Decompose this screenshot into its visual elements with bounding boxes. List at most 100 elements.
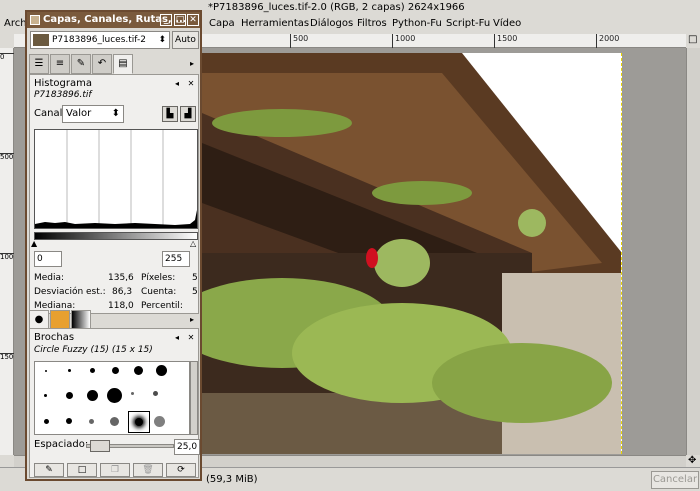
brush-selected[interactable] [128, 411, 150, 433]
menu-layer[interactable]: Capa [209, 18, 235, 29]
refresh-brushes-button[interactable]: ⟳ [166, 463, 196, 477]
menu-python-fu[interactable]: Python-Fu [392, 18, 442, 29]
brush-info: Circle Fuzzy (15) (15 x 15) [34, 345, 153, 355]
navigate-icon[interactable]: ✥ [688, 455, 696, 466]
range-min-input[interactable]: 0 [34, 251, 62, 267]
panel-menu-icon[interactable]: ◂ [172, 333, 182, 343]
menu-tools[interactable]: Herramientas [241, 18, 309, 29]
brushes-panel: Brochas ◂ ✕ Circle Fuzzy (15) (15 x 15) [29, 328, 200, 478]
new-brush-button[interactable]: □ [67, 463, 97, 477]
brush-swatch[interactable] [134, 366, 143, 375]
histogram-image-name: P7183896.tif [34, 90, 92, 100]
stat-label: Píxeles: [141, 273, 176, 283]
image-selector[interactable]: P7183896_luces.tif-2 ⬍ [30, 31, 170, 49]
brush-swatch[interactable] [66, 392, 73, 399]
brush-grid[interactable] [34, 361, 190, 435]
edit-brush-button[interactable]: ✎ [34, 463, 64, 477]
ruler-label: 1500 [494, 34, 517, 48]
canal-label: Canal: [34, 108, 66, 119]
dock-window: Capas, Canales, Rutas, ... _ □ ✕ P718389… [25, 10, 202, 481]
stat-value: 5 [192, 273, 198, 283]
cancel-button[interactable]: Cancelar [651, 471, 699, 489]
brush-swatch[interactable] [66, 418, 72, 424]
ruler-label: 500 [0, 153, 14, 161]
paths-tab[interactable]: ✎ [71, 54, 91, 74]
stat-value: 86,3 [112, 287, 133, 297]
gradients-tab[interactable] [71, 310, 91, 330]
selector-arrow-icon: ⬍ [158, 35, 166, 45]
tab-menu-icon[interactable]: ▸ [187, 315, 197, 325]
dropdown-arrow-icon: ⬍ [111, 108, 120, 119]
spacing-input[interactable]: 25,0 [174, 439, 200, 455]
minimize-button[interactable]: _ [160, 14, 172, 26]
menu-filters[interactable]: Filtros [357, 18, 387, 29]
brush-swatch[interactable] [89, 419, 94, 424]
ruler-label: 1000 [0, 253, 18, 261]
stat-label: Media: [34, 273, 65, 283]
stat-label: Desviación est.: [34, 287, 106, 297]
auto-button[interactable]: Auto [172, 31, 199, 49]
photo-balconies [202, 53, 622, 454]
image-thumbnail [33, 34, 49, 46]
tab-menu-icon[interactable]: ▸ [187, 59, 197, 69]
ruler-label: 2000 [596, 34, 619, 48]
channel-dropdown[interactable]: Valor ⬍ [62, 105, 124, 123]
ruler-label: 1500 [0, 353, 18, 361]
brush-swatch[interactable] [131, 392, 134, 395]
window-menu-icon[interactable] [30, 15, 40, 25]
brush-swatch[interactable] [87, 390, 98, 401]
brush-swatch[interactable] [45, 370, 47, 372]
menu-video[interactable]: Vídeo [493, 18, 521, 29]
layers-tab[interactable]: ☰ [29, 54, 49, 74]
zoom-toggle-icon[interactable]: □ [688, 34, 697, 45]
dock-titlebar[interactable]: Capas, Canales, Rutas, ... _ □ ✕ [27, 12, 200, 28]
dock-tabs-bottom: ● ▸ [29, 310, 199, 330]
brushes-scrollbar[interactable] [190, 361, 198, 435]
brush-swatch[interactable] [153, 391, 158, 396]
channel-value: Valor [66, 108, 92, 119]
panel-close-icon[interactable]: ✕ [186, 79, 196, 89]
brush-swatch[interactable] [154, 416, 165, 427]
brush-swatch[interactable] [112, 367, 119, 374]
brush-swatch[interactable] [156, 365, 167, 376]
brush-swatch[interactable] [44, 419, 49, 424]
delete-brush-button[interactable]: 🗑 [133, 463, 163, 477]
close-button[interactable]: ✕ [187, 14, 199, 26]
brush-swatch[interactable] [107, 388, 122, 403]
vertical-ruler[interactable]: 0 500 1000 1500 [0, 48, 18, 455]
histogram-panel: Histograma ◂ ✕ P7183896.tif Canal: Valor… [29, 74, 199, 314]
vertical-scrollbar[interactable]: □ [686, 34, 700, 455]
menu-dialogs[interactable]: Diálogos [310, 18, 353, 29]
panel-close-icon[interactable]: ✕ [186, 333, 196, 343]
brush-swatch[interactable] [68, 369, 71, 372]
value-gradient [34, 232, 198, 240]
menu-file-cut[interactable]: Arch [4, 18, 27, 29]
brush-swatch[interactable] [44, 394, 47, 397]
histogram-plot [35, 130, 197, 228]
histogram-graph[interactable] [34, 129, 198, 229]
linear-histogram-button[interactable]: ▙ [162, 106, 178, 122]
brushes-tab[interactable]: ● [29, 310, 49, 330]
brush-swatch [135, 418, 143, 426]
stat-value: 5 [192, 287, 198, 297]
spacing-slider-handle[interactable] [90, 440, 110, 452]
ruler-label: 1000 [392, 34, 415, 48]
menu-script-fu[interactable]: Script-Fu [446, 18, 490, 29]
stat-label: Cuenta: [141, 287, 177, 297]
histogram-tab[interactable]: ▤ [113, 54, 133, 74]
max-handle-icon[interactable]: △ [190, 239, 196, 248]
duplicate-brush-button[interactable]: ❐ [100, 463, 130, 477]
brush-swatch[interactable] [110, 417, 119, 426]
patterns-tab[interactable] [50, 310, 70, 330]
log-histogram-button[interactable]: ▟ [180, 106, 196, 122]
ruler-label: 500 [290, 34, 308, 48]
undo-tab[interactable]: ↶ [92, 54, 112, 74]
memory-usage: (59,3 MiB) [206, 474, 258, 485]
min-handle-icon[interactable]: ▲ [31, 239, 37, 248]
panel-menu-icon[interactable]: ◂ [172, 79, 182, 89]
range-max-input[interactable]: 255 [162, 251, 190, 267]
photo-illustration [202, 53, 621, 454]
channels-tab[interactable]: ≡ [50, 54, 70, 74]
maximize-button[interactable]: □ [174, 14, 186, 26]
brush-swatch[interactable] [90, 368, 95, 373]
